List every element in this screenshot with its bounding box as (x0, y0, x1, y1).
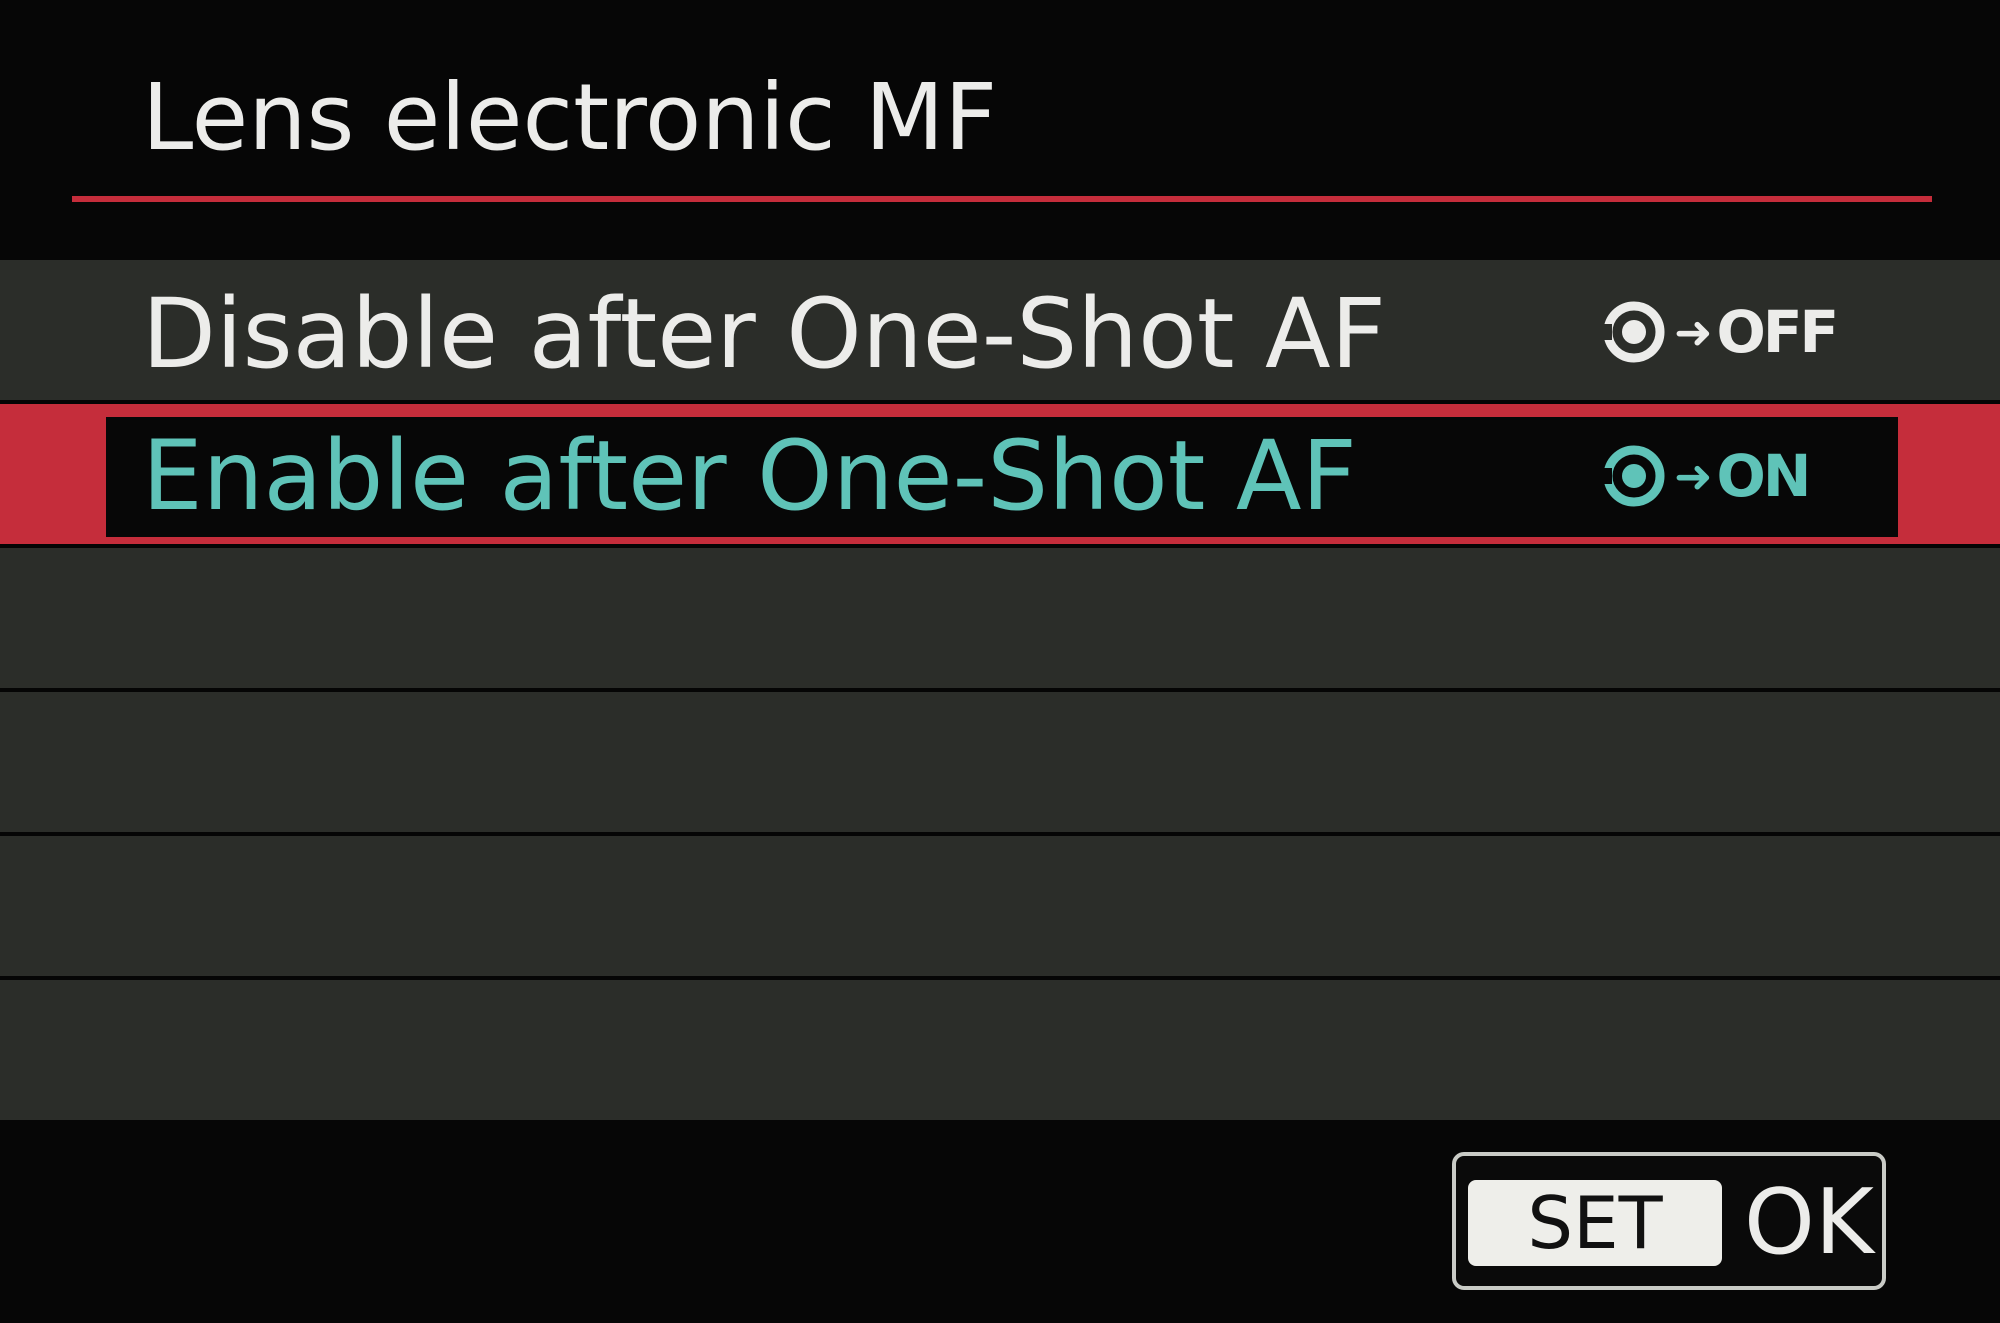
title-underline (72, 196, 1932, 202)
option-label: Enable after One-Shot AF (142, 420, 1357, 532)
ok-label: OK (1744, 1170, 1874, 1275)
status-text: ON (1716, 442, 1812, 510)
empty-row (0, 692, 2000, 832)
mf-focus-ring-icon (1602, 301, 1665, 363)
option-enable-after-one-shot-af[interactable]: Enable after One-Shot AF ➜ ON (0, 404, 2000, 544)
empty-row (0, 836, 2000, 976)
set-ok-button[interactable]: SET OK (1452, 1152, 1886, 1290)
option-label: Disable after One-Shot AF (142, 278, 1386, 390)
empty-row (0, 548, 2000, 688)
empty-row (0, 980, 2000, 1120)
status-text: OFF (1716, 298, 1840, 366)
option-status-off: ➜ OFF (1600, 292, 1840, 372)
arrow-icon: ➜ (1674, 449, 1713, 503)
mf-focus-ring-icon (1602, 445, 1665, 507)
set-key: SET (1468, 1180, 1722, 1266)
arrow-icon: ➜ (1674, 305, 1713, 359)
page-title: Lens electronic MF (142, 64, 998, 171)
option-status-on: ➜ ON (1600, 436, 1812, 516)
option-disable-after-one-shot-af[interactable]: Disable after One-Shot AF ➜ OFF (0, 260, 2000, 400)
